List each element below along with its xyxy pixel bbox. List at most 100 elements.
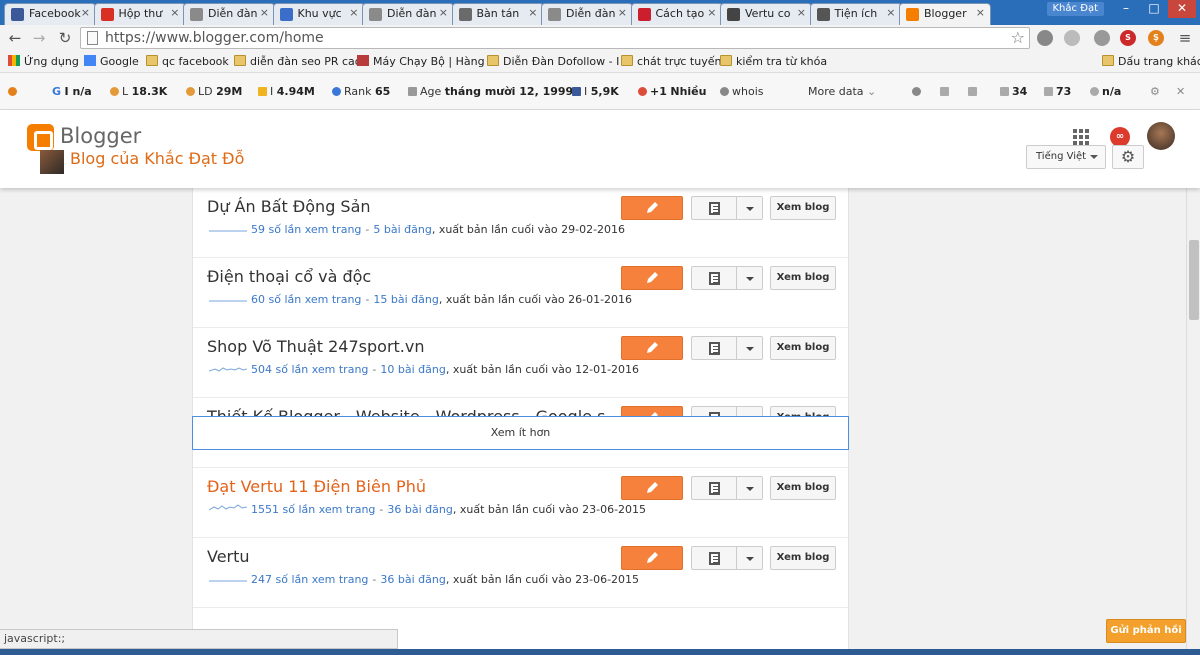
- close-tab-icon[interactable]: ×: [170, 6, 179, 19]
- pageviews-link[interactable]: 60 số lần xem trang: [251, 293, 361, 306]
- close-tab-icon[interactable]: ×: [439, 6, 448, 19]
- blog-menu-dropdown[interactable]: [736, 196, 763, 220]
- tab-5[interactable]: Bàn tán ×: [451, 3, 544, 25]
- pageviews-link[interactable]: 1551 số lần xem trang: [251, 503, 375, 516]
- posts-list-button[interactable]: [691, 476, 737, 500]
- posts-list-button[interactable]: [691, 266, 737, 290]
- info-icon[interactable]: [912, 85, 924, 98]
- new-post-button[interactable]: [621, 476, 683, 500]
- view-blog-button[interactable]: Xem blog: [770, 476, 836, 500]
- bookmark-item[interactable]: chát trực tuyến: [621, 55, 721, 68]
- close-tab-icon[interactable]: ×: [797, 6, 806, 19]
- seo-more-data[interactable]: More data ⌄: [808, 85, 876, 98]
- extension-seo-icon[interactable]: S: [1120, 30, 1136, 46]
- view-blog-button[interactable]: Xem blog: [770, 546, 836, 570]
- close-tab-icon[interactable]: ×: [349, 6, 358, 19]
- bookmark-item[interactable]: Dấu trang khác: [1102, 55, 1200, 68]
- posts-link[interactable]: 36 bài đăng: [387, 503, 452, 516]
- tab-8[interactable]: Vertu co ×: [720, 3, 812, 25]
- new-post-button[interactable]: [621, 336, 683, 360]
- tab-6[interactable]: Diễn đàn ×: [541, 3, 633, 25]
- pageviews-link[interactable]: 59 số lần xem trang: [251, 223, 361, 236]
- close-window-icon[interactable]: ✕: [1168, 0, 1196, 18]
- posts-link[interactable]: 5 bài đăng: [373, 223, 431, 236]
- view-blog-button[interactable]: Xem blog: [770, 336, 836, 360]
- tab-1[interactable]: Hộp thư ×: [93, 3, 186, 25]
- posts-list-button[interactable]: [691, 336, 737, 360]
- close-icon[interactable]: ✕: [1176, 85, 1185, 98]
- scrollbar-thumb[interactable]: [1189, 240, 1199, 320]
- settings-gear-icon[interactable]: ⚙: [1112, 145, 1144, 169]
- monitor-icon[interactable]: [940, 85, 952, 98]
- seo-whois[interactable]: whois: [720, 85, 764, 98]
- sitemap-icon[interactable]: [968, 85, 980, 98]
- tab-0[interactable]: Facebook ×: [4, 3, 96, 25]
- page-scrollbar[interactable]: [1186, 188, 1200, 655]
- blog-menu-dropdown[interactable]: [736, 476, 763, 500]
- close-tab-icon[interactable]: ×: [260, 6, 269, 19]
- bookmark-item[interactable]: diễn đàn seo PR cao: [234, 55, 361, 68]
- blog-title[interactable]: Đạt Vertu 11 Điện Biên Phủ: [207, 477, 426, 496]
- posts-list-button[interactable]: [691, 196, 737, 220]
- blogger-brand[interactable]: Blogger: [60, 124, 141, 148]
- close-tab-icon[interactable]: ×: [528, 6, 537, 19]
- bookmark-item[interactable]: qc facebook: [146, 55, 229, 68]
- show-less-button[interactable]: Xem ít hơn: [192, 416, 849, 450]
- tab-4[interactable]: Diễn đàn ×: [362, 3, 454, 25]
- extension-shield-icon[interactable]: [1037, 30, 1053, 46]
- blog-title[interactable]: Điện thoại cổ và độc: [207, 267, 371, 286]
- close-tab-icon[interactable]: ×: [707, 6, 716, 19]
- back-icon[interactable]: ←: [6, 29, 24, 47]
- close-tab-icon[interactable]: ×: [886, 6, 895, 19]
- extension-heart-icon[interactable]: [1094, 30, 1110, 46]
- bookmark-item[interactable]: Google: [84, 55, 139, 68]
- gear-icon[interactable]: ⚙: [1150, 85, 1160, 98]
- posts-link[interactable]: 15 bài đăng: [373, 293, 438, 306]
- seo-bing-index[interactable]: I 4.94M: [258, 85, 315, 98]
- posts-link[interactable]: 36 bài đăng: [380, 573, 445, 586]
- address-bar[interactable]: https://www.blogger.com/home ☆: [80, 27, 1030, 49]
- forward-icon[interactable]: →: [30, 29, 48, 47]
- seo-ld[interactable]: LD 29M: [186, 85, 242, 98]
- notification-badge[interactable]: ∞: [1110, 127, 1130, 147]
- posts-link[interactable]: 10 bài đăng: [380, 363, 445, 376]
- blogger-logo-icon[interactable]: [27, 124, 54, 151]
- new-post-button[interactable]: [621, 546, 683, 570]
- new-post-button[interactable]: [621, 196, 683, 220]
- tab-3[interactable]: Khu vực ×: [272, 3, 365, 25]
- bookmark-item[interactable]: Máy Chạy Bộ | Hàng C: [357, 55, 496, 68]
- extension-link-icon[interactable]: [1064, 30, 1080, 46]
- seo-rank[interactable]: Rank 65: [332, 85, 390, 98]
- pageviews-link[interactable]: 504 số lần xem trang: [251, 363, 368, 376]
- view-blog-button[interactable]: Xem blog: [770, 196, 836, 220]
- bookmark-star-icon[interactable]: ☆: [1011, 28, 1025, 47]
- seo-google-index[interactable]: G I n/a: [52, 85, 92, 98]
- blog-owner-name[interactable]: Blog của Khắc Đạt Đỗ: [70, 149, 244, 168]
- tab-10[interactable]: Blogger ×: [899, 3, 991, 25]
- tab-9[interactable]: Tiện ích ×: [809, 3, 902, 25]
- apps-grid-icon[interactable]: [1073, 129, 1089, 145]
- blog-title[interactable]: Vertu: [207, 547, 250, 566]
- pageviews-link[interactable]: 247 số lần xem trang: [251, 573, 368, 586]
- blog-title[interactable]: Dự Án Bất Động Sản: [207, 197, 371, 216]
- blog-menu-dropdown[interactable]: [736, 336, 763, 360]
- close-tab-icon[interactable]: ×: [618, 6, 627, 19]
- extension-seoquake-icon[interactable]: Ş: [1148, 30, 1164, 46]
- view-blog-button[interactable]: Xem blog: [770, 266, 836, 290]
- seo-links[interactable]: L 18.3K: [110, 85, 167, 98]
- seo-facebook[interactable]: I 5,9K: [572, 85, 619, 98]
- seo-age[interactable]: Age tháng mười 12, 1999: [408, 85, 573, 98]
- seo-external-links[interactable]: 34: [1000, 85, 1027, 98]
- tab-2[interactable]: Diễn đàn ×: [183, 3, 275, 25]
- seo-internal-links[interactable]: 73: [1044, 85, 1071, 98]
- new-post-button[interactable]: [621, 266, 683, 290]
- bookmark-item[interactable]: Ứng dụng: [8, 55, 79, 68]
- avatar[interactable]: [1147, 122, 1175, 150]
- maximize-icon[interactable]: □: [1140, 0, 1168, 18]
- seo-density[interactable]: n/a: [1090, 85, 1121, 98]
- blog-menu-dropdown[interactable]: [736, 546, 763, 570]
- menu-icon[interactable]: ≡: [1176, 29, 1194, 47]
- language-select[interactable]: Tiếng Việt: [1026, 145, 1106, 169]
- close-tab-icon[interactable]: ×: [81, 6, 90, 19]
- bookmark-item[interactable]: kiểm tra từ khóa: [720, 55, 827, 68]
